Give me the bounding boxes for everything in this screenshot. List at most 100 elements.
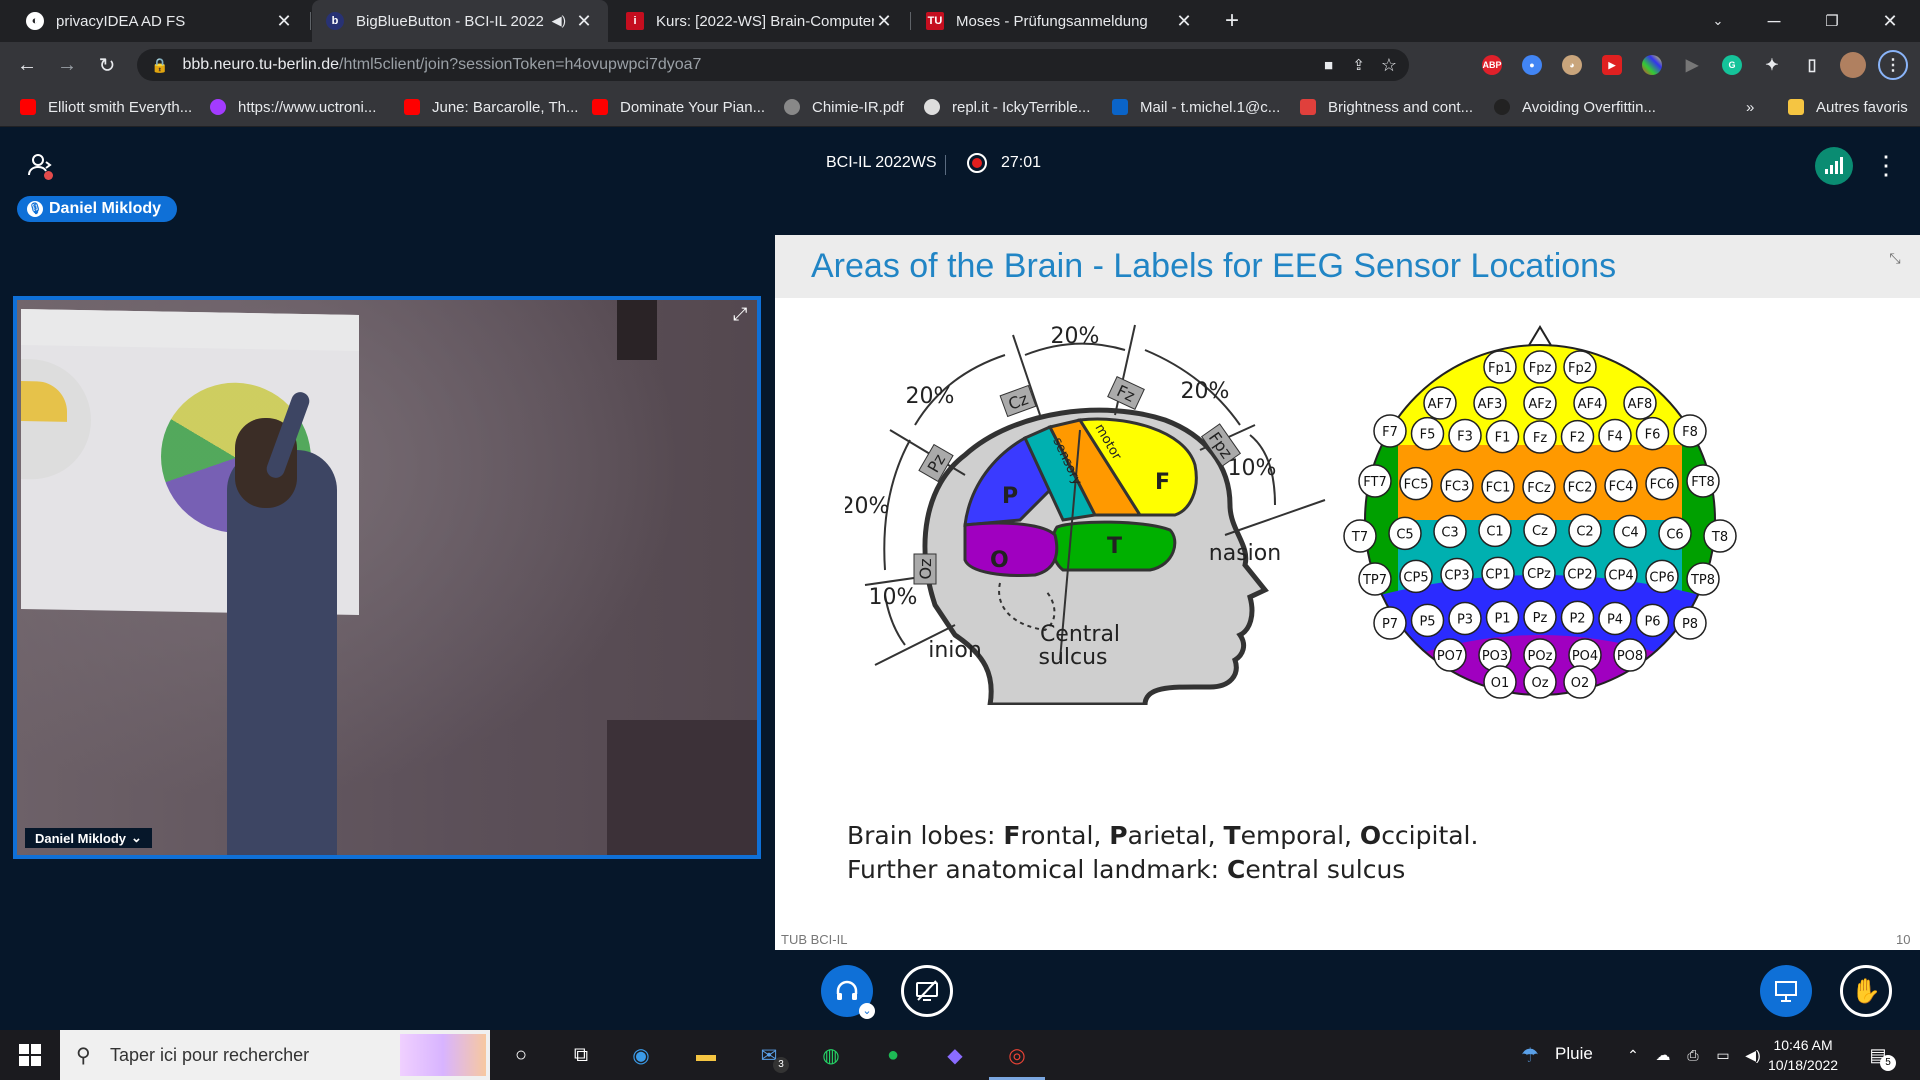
restore-button[interactable]: ❐: [1808, 0, 1856, 42]
onedrive-icon[interactable]: ☁: [1647, 1039, 1679, 1071]
bookmark-page-icon: [1494, 99, 1510, 115]
more-bookmarks-button[interactable]: »: [1746, 96, 1754, 118]
talking-indicator[interactable]: 🎙 Daniel Miklody: [17, 196, 178, 222]
bookmark-item[interactable]: Mail - t.michel.1@c...: [1112, 96, 1280, 118]
divider: [945, 155, 946, 175]
tab-moses[interactable]: TU Moses - Prüfungsanmeldung ✕: [912, 0, 1208, 42]
lock-icon: 🔒: [151, 56, 169, 73]
side-panel-icon[interactable]: ▯: [1802, 55, 1822, 75]
bookmark-item[interactable]: https://www.uctroni...: [210, 96, 376, 118]
audio-playing-icon[interactable]: ◀): [552, 13, 566, 29]
search-icon: ⚲: [76, 1045, 91, 1067]
adblock-plus-icon[interactable]: ABP: [1482, 55, 1502, 75]
close-tab-icon[interactable]: ✕: [574, 11, 594, 32]
bookmark-item[interactable]: Chimie-IR.pdf: [784, 96, 904, 118]
obsidian-icon[interactable]: ◆: [939, 1039, 971, 1071]
electrode-label: F4: [1607, 430, 1623, 445]
mail-icon[interactable]: ✉ 3: [753, 1039, 789, 1073]
close-tab-icon[interactable]: ✕: [1174, 11, 1194, 32]
tab-search-icon[interactable]: ⌄: [1694, 0, 1742, 42]
forward-button[interactable]: →: [52, 50, 82, 80]
windows-start-icon[interactable]: [14, 1039, 46, 1071]
task-view-icon[interactable]: ⧉: [565, 1039, 597, 1071]
tab-privacyidea[interactable]: ◐ privacyIDEA AD FS ✕: [12, 0, 308, 42]
bookmark-item[interactable]: repl.it - IckyTerrible...: [924, 96, 1090, 118]
notifications-icon[interactable]: ▤ 5: [1862, 1039, 1896, 1071]
raise-hand-button[interactable]: ✋: [1840, 965, 1892, 1017]
bookmark-item[interactable]: Dominate Your Pian...: [592, 96, 765, 118]
back-button[interactable]: ←: [12, 50, 42, 80]
close-tab-icon[interactable]: ✕: [274, 11, 294, 32]
youtube-extension-icon[interactable]: ▶: [1602, 55, 1622, 75]
electrode: C6: [1658, 516, 1692, 551]
battery-icon[interactable]: ▭: [1707, 1039, 1739, 1071]
close-window-button[interactable]: ✕: [1866, 0, 1914, 42]
camera-in-use-icon[interactable]: ■: [1324, 57, 1333, 74]
chevron-down-icon[interactable]: ⌄: [859, 1003, 875, 1019]
electrode: P3: [1448, 601, 1482, 636]
electrode-label: AF8: [1628, 397, 1653, 412]
profile-avatar[interactable]: [1840, 52, 1866, 78]
electrode-label: F1: [1495, 431, 1511, 446]
electrode-label: FCz: [1527, 481, 1551, 496]
file-explorer-icon[interactable]: ▬: [690, 1039, 722, 1071]
electrode: Fpz: [1523, 350, 1557, 384]
taskbar-search-box[interactable]: ⚲ Taper ici pour rechercher: [60, 1030, 490, 1080]
volume-icon[interactable]: ◀): [1737, 1039, 1769, 1071]
notification-badge: 5: [1880, 1055, 1896, 1071]
electrode: F4: [1598, 418, 1632, 453]
fullscreen-icon[interactable]: ⤢: [733, 304, 747, 325]
webcam-feed: [17, 300, 757, 855]
fullscreen-presentation-icon[interactable]: ⤡: [1880, 243, 1910, 273]
recording-icon[interactable]: [967, 153, 987, 173]
grammarly-icon[interactable]: G: [1722, 55, 1742, 75]
cortana-icon[interactable]: ○: [505, 1039, 537, 1071]
whatsapp-icon[interactable]: ◍: [815, 1039, 847, 1071]
electrode: Fp2: [1563, 350, 1597, 384]
color-extension-icon[interactable]: [1642, 55, 1662, 75]
minimize-button[interactable]: ─: [1750, 0, 1798, 42]
webcam-user-label[interactable]: Daniel Miklody ⌄: [25, 828, 152, 848]
connection-status-icon[interactable]: [1815, 147, 1853, 185]
percent-label: 20%: [1051, 324, 1100, 349]
bookmark-item[interactable]: Elliott smith Everyth...: [20, 96, 192, 118]
menu-kebab-icon[interactable]: ⋮: [1878, 50, 1908, 80]
text-segment: ccipital.: [1381, 821, 1479, 850]
electrode-label: P2: [1569, 611, 1585, 626]
reload-button[interactable]: ↻: [92, 50, 122, 80]
share-screen-button[interactable]: [901, 965, 953, 1017]
spotify-icon[interactable]: ●: [877, 1039, 909, 1071]
play-extension-icon[interactable]: ▶: [1682, 55, 1702, 75]
presentation-toggle-button[interactable]: [1760, 965, 1812, 1017]
extension-face-icon[interactable]: ◕: [1562, 55, 1582, 75]
tab-bigbluebutton[interactable]: b BigBlueButton - BCI-IL 2022WS ◀) ✕: [312, 0, 608, 42]
new-tab-button[interactable]: +: [1208, 0, 1256, 42]
bookmark-star-icon[interactable]: ☆: [1381, 55, 1397, 76]
weather-text[interactable]: Pluie: [1555, 1044, 1593, 1064]
electrode-label: P6: [1644, 614, 1660, 629]
system-clock[interactable]: 10:46 AM 10/18/2022: [1768, 1035, 1838, 1075]
other-bookmarks-folder[interactable]: Autres favoris: [1788, 96, 1908, 118]
share-icon[interactable]: ⇪: [1352, 56, 1365, 74]
bookmark-item[interactable]: Avoiding Overfittin...: [1494, 96, 1656, 118]
tab-isis-course[interactable]: i Kurs: [2022-WS] Brain-Computer ✕: [612, 0, 908, 42]
bookmark-item[interactable]: Brightness and cont...: [1300, 96, 1473, 118]
presentation-icon: [1775, 981, 1797, 1002]
audio-headphones-button[interactable]: ⌄: [821, 965, 875, 1019]
electrode-label: POz: [1528, 649, 1553, 664]
electrode: FC2: [1563, 469, 1597, 504]
tray-chevron-icon[interactable]: ⌃: [1617, 1039, 1649, 1071]
device-icon[interactable]: ⎙: [1677, 1039, 1709, 1071]
close-tab-icon[interactable]: ✕: [874, 11, 894, 32]
bold-initial: C: [1227, 855, 1246, 884]
electrode-label: P7: [1382, 617, 1398, 632]
extension-circle-icon[interactable]: ●: [1522, 55, 1542, 75]
webcam-video[interactable]: ⤢ Daniel Miklody ⌄: [13, 296, 761, 859]
chrome-icon[interactable]: ◎: [989, 1039, 1045, 1080]
edge-icon[interactable]: ◉: [625, 1039, 657, 1071]
url-bar[interactable]: 🔒 bbb.neuro.tu-berlin.de/html5client/joi…: [137, 49, 1409, 81]
bookmark-item[interactable]: June: Barcarolle, Th...: [404, 96, 578, 118]
extensions-puzzle-icon[interactable]: ✦: [1762, 55, 1782, 75]
electrode-label: FT8: [1691, 475, 1714, 490]
options-menu-icon[interactable]: ⋮: [1873, 150, 1899, 182]
